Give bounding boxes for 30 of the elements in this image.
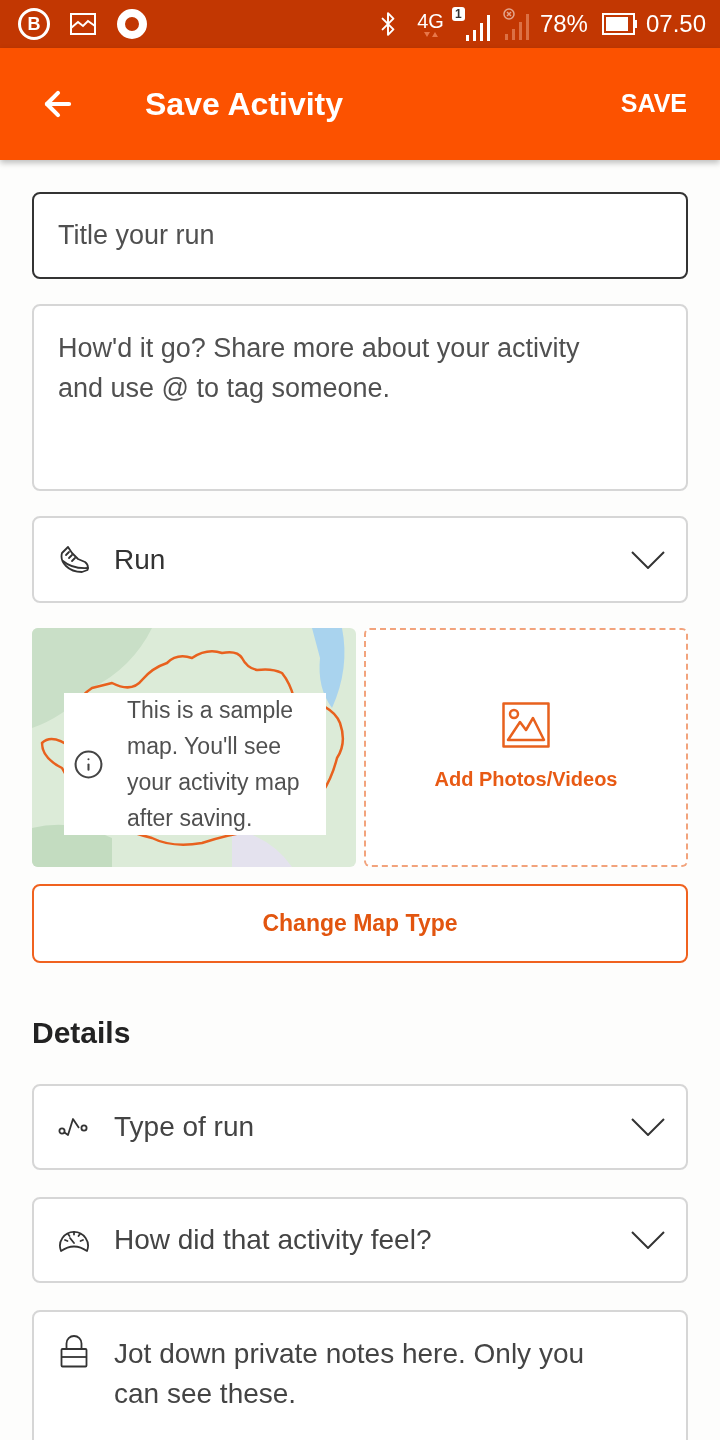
sample-map-notice-text: This is a sample map. You'll see your activity map after saving. (127, 696, 301, 833)
record-circle-icon (116, 8, 148, 40)
route-squiggle-icon (58, 1116, 90, 1138)
detail-select[interactable]: How did that activity feel? (32, 1197, 688, 1283)
chevron-down-icon (631, 550, 665, 569)
chevron-down-icon (631, 1118, 665, 1136)
change-map-type-button[interactable]: Change Map Type (32, 884, 688, 963)
description-input[interactable]: How'd it go? Share more about your activity and use @ to tag someone. (32, 304, 688, 491)
battery-percent: 78% (539, 12, 588, 36)
details-heading: Details (32, 1015, 132, 1051)
data-arrows-icon (421, 30, 440, 38)
screen-title: Save Activity (145, 85, 344, 124)
lock-icon (60, 1334, 88, 1368)
title-input[interactable]: Title your run (32, 192, 688, 279)
signal-off-icon (501, 8, 532, 40)
chevron-down-icon (631, 1231, 665, 1249)
add-media-button[interactable]: Add Photos/Videos (364, 628, 688, 867)
network-type: 4G (417, 10, 444, 31)
battery-icon (601, 13, 638, 35)
image-icon (502, 701, 550, 748)
clock-time: 07.50 (645, 12, 706, 36)
notification-letter-badge: B (18, 8, 50, 40)
private-notes-input[interactable]: Jot down private notes here. Only you can see these. (32, 1310, 688, 1440)
sport-type-select[interactable]: Run (32, 516, 688, 603)
sim-number: 1 (451, 7, 465, 21)
shoe-icon (58, 543, 90, 576)
detail-select[interactable]: Type of run (32, 1084, 688, 1170)
signal-bars-icon (465, 15, 490, 41)
info-icon (73, 748, 104, 780)
image-icon (70, 13, 96, 35)
